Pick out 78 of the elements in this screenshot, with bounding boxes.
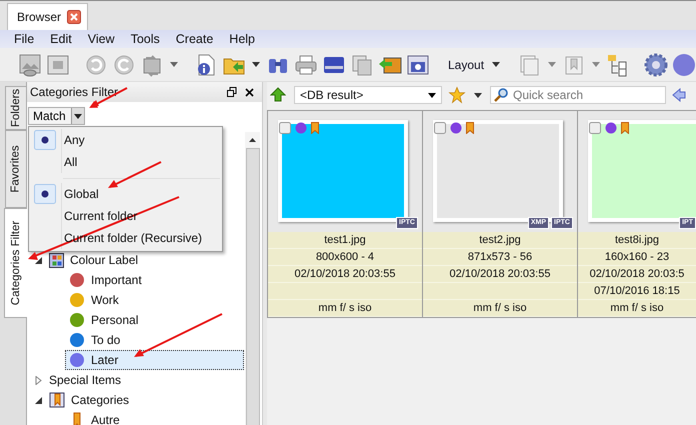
caret-icon[interactable] — [474, 92, 482, 98]
fullscreen-icon[interactable] — [46, 52, 70, 76]
rotate-right-icon[interactable] — [112, 52, 136, 76]
file-name: test8i.jpg — [578, 232, 696, 249]
color-dot-icon — [295, 122, 307, 134]
checkbox[interactable] — [589, 122, 601, 134]
caret-icon — [428, 92, 436, 98]
scrollbar[interactable] — [245, 132, 260, 425]
bookmark-icon — [466, 122, 474, 134]
star-icon[interactable] — [448, 86, 466, 104]
rotate-left-icon[interactable] — [84, 52, 108, 76]
side-tab[interactable]: Categories Filter — [4, 208, 27, 318]
caret-icon[interactable] — [252, 62, 260, 67]
bookmark-icon — [621, 122, 629, 134]
image-size: 800x600 - 4 — [268, 249, 422, 266]
thumbnail-image[interactable] — [588, 120, 696, 222]
tree-item[interactable]: Special Items — [27, 370, 244, 390]
menu-item[interactable]: Help — [221, 32, 264, 46]
tree-item[interactable]: Later — [65, 350, 244, 370]
side-tab[interactable]: Favorites — [5, 130, 26, 208]
file-name: test1.jpg — [268, 232, 422, 249]
help-icon[interactable] — [672, 52, 696, 76]
image-size: 871x573 - 56 — [423, 249, 577, 266]
tree-item[interactable]: Autre — [27, 410, 244, 425]
menu-option[interactable]: All — [29, 151, 222, 173]
menu-item[interactable]: Create — [168, 32, 222, 46]
date-text: 02/10/2018 20:03:55 — [423, 266, 577, 283]
checkbox[interactable] — [279, 122, 291, 134]
location-dropdown[interactable]: <DB result> — [294, 86, 442, 104]
caret-icon[interactable] — [170, 62, 178, 67]
search-icon — [494, 88, 508, 102]
collapse-icon[interactable] — [34, 396, 43, 404]
tree-item[interactable]: Categories — [27, 390, 244, 410]
menu-item[interactable]: Tools — [122, 32, 168, 46]
bookmark-icon — [311, 122, 319, 134]
file-name: test2.jpg — [423, 232, 577, 249]
tree-item[interactable]: To do — [27, 330, 244, 350]
color-dot-icon — [450, 122, 462, 134]
back-arrow-icon[interactable] — [672, 88, 686, 102]
expand-icon[interactable] — [34, 376, 43, 384]
caret-icon — [74, 114, 82, 118]
menu-item[interactable]: View — [80, 32, 123, 46]
date-text: 02/10/2018 20:03:5 — [578, 266, 696, 283]
exif-text: mm f/ s iso — [268, 300, 422, 317]
exif-text: mm f/ s iso — [423, 300, 577, 317]
menu-option[interactable]: Global — [29, 183, 222, 205]
up-arrow-icon[interactable] — [270, 87, 286, 103]
date-text: 02/10/2018 20:03:55 — [268, 266, 422, 283]
camera-icon[interactable] — [406, 52, 430, 76]
menu-item[interactable]: Edit — [42, 32, 80, 46]
annotation-arrow — [89, 87, 128, 108]
side-tab[interactable]: Folders — [5, 86, 26, 130]
checkbox[interactable] — [434, 122, 446, 134]
float-icon[interactable] — [227, 87, 237, 97]
tree-item[interactable]: Personal — [27, 310, 244, 330]
annotation-arrow — [108, 161, 162, 188]
photo-view-icon[interactable] — [18, 52, 42, 76]
printer-icon[interactable] — [294, 52, 318, 76]
image-size: 160x160 - 23 — [578, 249, 696, 266]
tree-item[interactable]: Colour Label — [27, 250, 244, 270]
menu-option[interactable]: Any — [29, 129, 222, 151]
collapse-icon[interactable] — [34, 256, 43, 264]
layout-button[interactable]: Layout — [444, 58, 504, 72]
caret-icon — [492, 62, 500, 67]
search-field[interactable]: Quick search — [490, 86, 666, 104]
menu-item[interactable]: File — [6, 32, 42, 46]
color-dot-icon — [605, 122, 617, 134]
tree-item[interactable]: Important — [27, 270, 244, 290]
scroll-up-icon[interactable] — [249, 138, 256, 142]
match-dropdown[interactable]: Match — [28, 107, 85, 125]
settings-icon[interactable] — [644, 52, 668, 76]
palette-icon — [49, 252, 64, 268]
bookmark-book-icon — [49, 392, 65, 408]
close-icon[interactable] — [245, 88, 254, 96]
tree-item[interactable]: Work — [27, 290, 244, 310]
date-text: 07/10/2016 18:15 — [578, 283, 696, 300]
browser-tab[interactable]: Browser — [7, 3, 88, 30]
exif-text: mm f/ s iso — [578, 300, 696, 317]
